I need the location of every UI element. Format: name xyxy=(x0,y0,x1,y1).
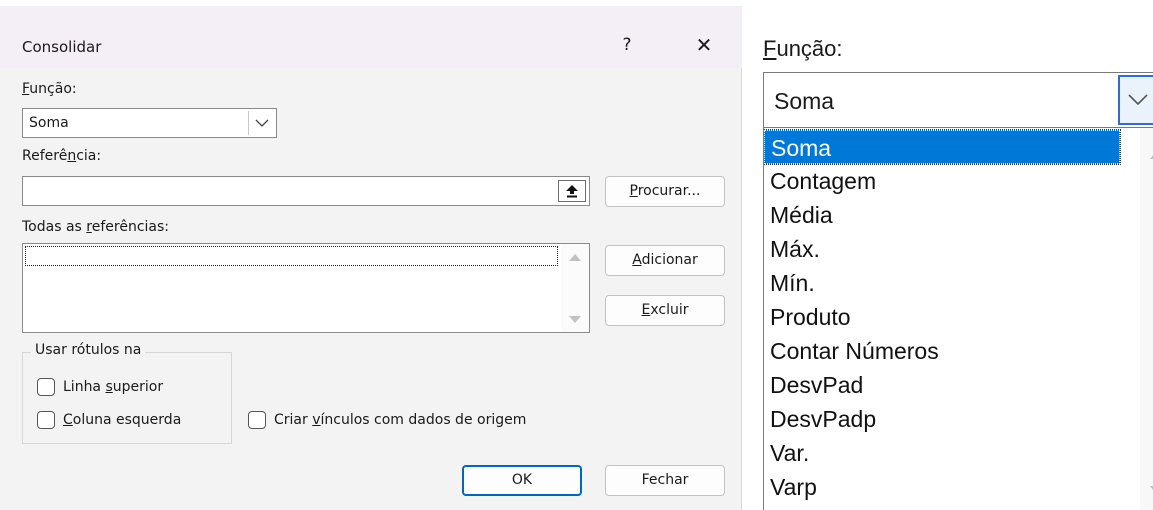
option-produto[interactable]: Produto xyxy=(764,300,1120,334)
close-icon[interactable]: ✕ xyxy=(690,30,718,60)
delete-accesskey: E xyxy=(641,302,651,318)
consolidate-dialog: Consolidar ? ✕ Função: Soma Referência: … xyxy=(0,0,742,510)
top-row-a: Linha xyxy=(63,379,106,395)
option-media[interactable]: Média xyxy=(764,198,1120,232)
top-row-accesskey: s xyxy=(105,379,113,395)
title-bar: Consolidar ? ✕ xyxy=(0,6,742,68)
browse-button[interactable]: Procurar... xyxy=(605,176,725,207)
option-varp[interactable]: Varp xyxy=(764,470,1120,504)
all-refs-b: eferências: xyxy=(91,219,170,235)
focus-rectangle xyxy=(25,246,558,266)
option-max[interactable]: Máx. xyxy=(764,232,1120,266)
use-labels-group: Usar rótulos na xyxy=(22,342,232,444)
function-label: Função: xyxy=(22,81,77,97)
links-a: Criar xyxy=(274,412,313,428)
ok-button[interactable]: OK xyxy=(462,465,582,496)
zoom-function-combobox[interactable]: Soma xyxy=(763,72,1153,128)
checkbox-box[interactable] xyxy=(37,378,55,396)
browse-accesskey: P xyxy=(629,183,638,199)
top-row-checkbox[interactable]: Linha superior xyxy=(37,378,163,396)
all-references-list[interactable] xyxy=(22,243,590,333)
list-scrollbar[interactable] xyxy=(561,244,589,332)
reference-label-b: cia: xyxy=(76,148,102,164)
use-labels-legend: Usar rótulos na xyxy=(31,342,146,358)
zoom-function-accesskey: F xyxy=(763,36,777,61)
top-row-label: Linha superior xyxy=(63,379,163,395)
option-contagem[interactable]: Contagem xyxy=(764,164,1120,198)
left-column-label: Coluna esquerda xyxy=(63,412,181,428)
zoom-function-value: Soma xyxy=(774,88,835,114)
delete-button[interactable]: Excluir xyxy=(605,295,725,326)
chevron-down-icon[interactable] xyxy=(248,111,274,135)
all-refs-a: Todas as xyxy=(22,219,87,235)
reference-label: Referência: xyxy=(22,148,101,164)
dialog-title: Consolidar xyxy=(22,38,102,56)
all-references-label: Todas as referências: xyxy=(22,219,169,235)
close-button[interactable]: Fechar xyxy=(605,465,725,496)
options-scrollbar[interactable] xyxy=(1140,128,1153,510)
reference-input[interactable] xyxy=(22,176,590,206)
add-accesskey: A xyxy=(632,252,642,268)
option-desvpadp[interactable]: DesvPadp xyxy=(764,402,1120,436)
add-button[interactable]: Adicionar xyxy=(605,245,725,276)
function-value: Soma xyxy=(29,115,69,131)
top-row-b: uperior xyxy=(112,379,164,395)
reference-label-accesskey: n xyxy=(67,148,77,164)
function-combobox[interactable]: Soma xyxy=(22,108,277,138)
scroll-down-icon[interactable] xyxy=(569,316,581,323)
links-b: ínculos com dados de origem xyxy=(320,412,527,428)
create-links-label: Criar vínculos com dados de origem xyxy=(274,412,526,428)
scroll-up-icon[interactable] xyxy=(569,254,581,261)
zoomed-function-dropdown: Função: Soma Soma Contagem Média Máx. Mí… xyxy=(743,0,1153,510)
add-label-rest: dicionar xyxy=(641,252,698,268)
checkbox-box[interactable] xyxy=(37,411,55,429)
help-button[interactable]: ? xyxy=(615,31,639,59)
links-accesskey: v xyxy=(312,412,321,428)
left-column-checkbox[interactable]: Coluna esquerda xyxy=(37,411,181,429)
zoom-function-rest: unção: xyxy=(776,36,843,61)
collapse-dialog-icon[interactable] xyxy=(558,180,586,202)
option-var[interactable]: Var. xyxy=(764,436,1120,470)
option-desvpad[interactable]: DesvPad xyxy=(764,368,1120,402)
option-contar-numeros[interactable]: Contar Números xyxy=(764,334,1120,368)
browse-label-rest: rocurar... xyxy=(637,183,701,199)
function-options-list[interactable]: Soma Contagem Média Máx. Mín. Produto Co… xyxy=(763,128,1153,510)
create-links-checkbox[interactable]: Criar vínculos com dados de origem xyxy=(248,411,526,429)
option-min[interactable]: Mín. xyxy=(764,266,1120,300)
left-column-accesskey: C xyxy=(63,412,73,428)
option-soma[interactable]: Soma xyxy=(764,129,1121,165)
reference-label-a: Referê xyxy=(22,148,68,164)
delete-label-rest: xcluir xyxy=(650,302,689,318)
checkbox-box[interactable] xyxy=(248,411,266,429)
left-column-rest: oluna esquerda xyxy=(72,412,182,428)
zoom-function-label: Função: xyxy=(763,36,843,62)
function-label-rest: unção: xyxy=(29,81,77,97)
chevron-down-icon[interactable] xyxy=(1118,75,1153,125)
